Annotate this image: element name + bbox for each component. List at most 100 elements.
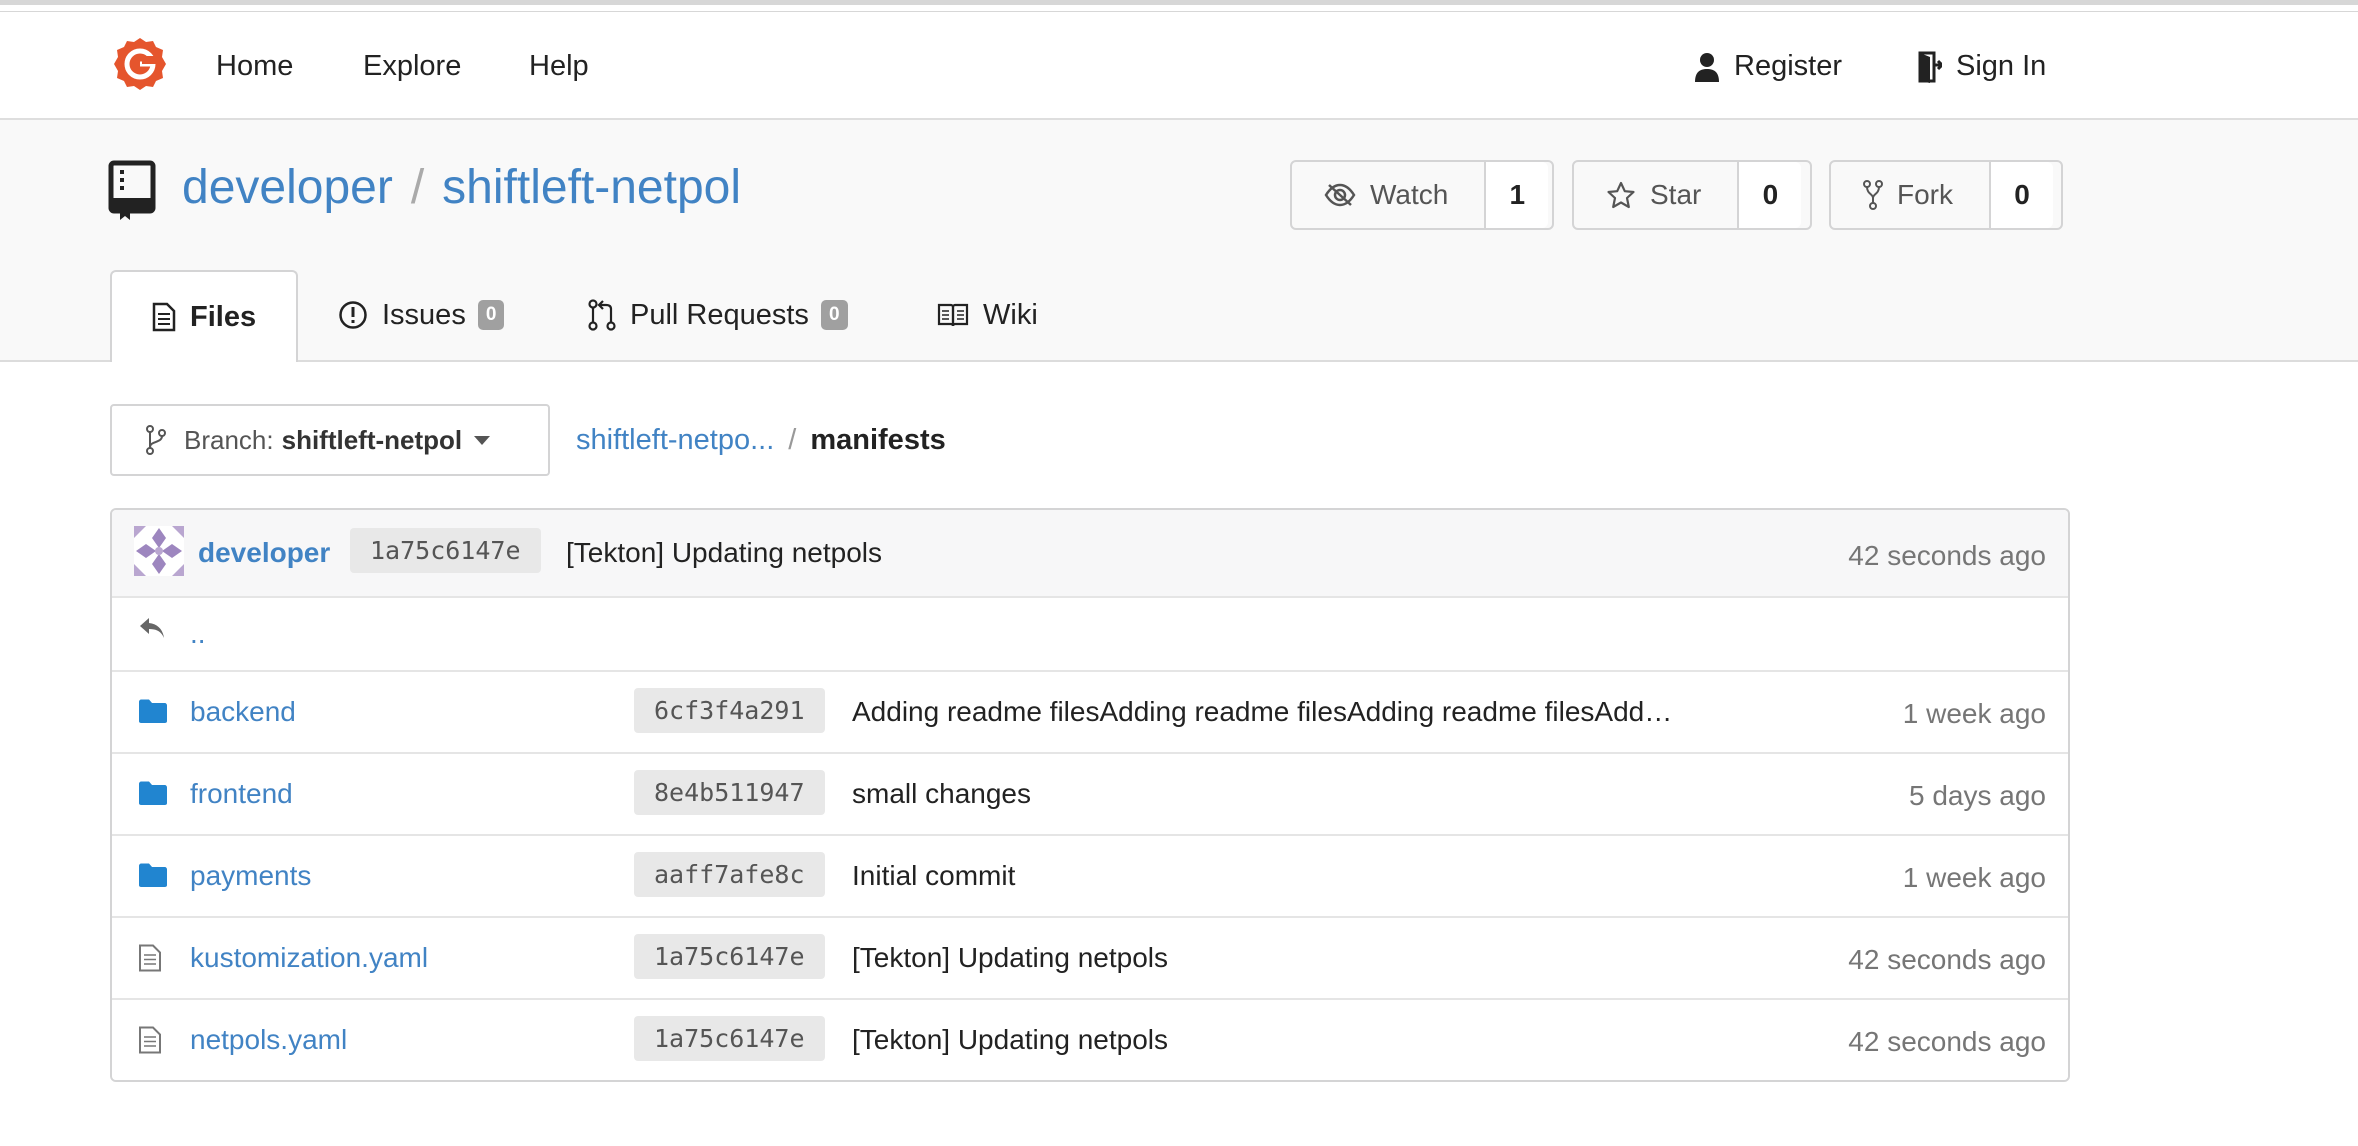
file-commit-time: 1 week ago (1902, 698, 2046, 729)
star-icon (1607, 181, 1635, 209)
fork-button-group: Fork 0 (1829, 160, 2063, 230)
book-open-icon (937, 303, 969, 327)
breadcrumb: shiftleft-netpo... / manifests (576, 424, 946, 457)
watch-button[interactable]: Watch (1292, 162, 1487, 228)
watch-label: Watch (1370, 179, 1449, 210)
register-link[interactable]: Register (1694, 50, 1842, 83)
parent-directory-row: .. (112, 598, 2068, 672)
tab-pull-requests[interactable]: Pull Requests 0 (588, 270, 848, 360)
file-commit-sha-badge[interactable]: 6cf3f4a291 (634, 688, 825, 733)
file-row: netpols.yaml 1a75c6147e [Tekton] Updating … (112, 1000, 2068, 1080)
commit-message[interactable]: [Tekton] Updating netpols (566, 537, 882, 569)
fork-button[interactable]: Fork (1831, 162, 1991, 228)
pull-requests-count-badge: 0 (820, 300, 848, 330)
fork-icon (1863, 180, 1883, 210)
user-icon (1695, 52, 1719, 82)
gogs-logo-icon[interactable] (112, 36, 168, 92)
file-text-icon (152, 302, 176, 332)
star-button[interactable]: Star (1574, 162, 1740, 228)
repo-title-separator: / (410, 161, 425, 214)
file-row: backend 6cf3f4a291 Adding readme filesAddi… (112, 672, 2068, 754)
pull-request-icon (588, 299, 616, 331)
file-row: kustomization.yaml 1a75c6147e [Tekton] Upd… (112, 918, 2068, 1000)
file-commit-time: 1 week ago (1902, 862, 2046, 893)
nav-help[interactable]: Help (529, 50, 589, 83)
sign-in-label: Sign In (1956, 50, 2047, 82)
watch-count[interactable]: 1 (1486, 162, 1549, 228)
file-commit-time: 42 seconds ago (1848, 1026, 2046, 1057)
sign-in-link[interactable]: Sign In (1916, 50, 2046, 83)
file-commit-time: 5 days ago (1909, 780, 2046, 811)
avatar[interactable] (134, 526, 184, 576)
nav-home[interactable]: Home (216, 50, 293, 83)
caret-down-icon (474, 435, 491, 445)
file-row-icon (138, 862, 168, 893)
file-row-icon (138, 780, 168, 811)
file-commit-message[interactable]: Adding readme filesAdding readme filesAd… (852, 696, 1672, 728)
branch-icon (146, 425, 166, 455)
file-row-icon (138, 1026, 162, 1059)
star-count[interactable]: 0 (1739, 162, 1802, 228)
file-commit-sha-badge[interactable]: aaff7afe8c (634, 852, 825, 897)
commit-time: 42 seconds ago (1848, 540, 2046, 571)
tab-issues-label: Issues (382, 298, 466, 331)
fork-label: Fork (1897, 179, 1953, 210)
tab-issues[interactable]: Issues 0 (338, 270, 505, 360)
file-commit-message[interactable]: small changes (852, 778, 1031, 810)
file-commit-sha-badge[interactable]: 1a75c6147e (634, 1016, 825, 1061)
file-commit-sha-badge[interactable]: 8e4b511947 (634, 770, 825, 815)
branch-dropdown[interactable]: Branch: shiftleft-netpol (110, 404, 550, 476)
repo-book-icon (108, 160, 156, 220)
parent-directory-link[interactable]: .. (190, 618, 206, 650)
file-commit-message[interactable]: Initial commit (852, 860, 1015, 892)
breadcrumb-current: manifests (810, 424, 946, 456)
file-name-link[interactable]: frontend (190, 778, 293, 810)
navbar: Home Explore Help Register Sign In (0, 12, 2358, 120)
breadcrumb-root-link[interactable]: shiftleft-netpo... (576, 424, 774, 457)
top-strip (0, 0, 2358, 12)
folder-icon (139, 863, 167, 887)
tab-wiki-label: Wiki (983, 298, 1038, 331)
latest-commit-row: developer 1a75c6147e [Tekton] Updating n… (112, 510, 2068, 598)
tab-files-label: Files (190, 300, 257, 333)
issue-circle-icon (339, 301, 367, 329)
branch-name: shiftleft-netpol (281, 424, 463, 455)
tab-files[interactable]: Files (110, 270, 299, 362)
file-name-link[interactable]: payments (190, 860, 311, 892)
watch-button-group: Watch 1 (1290, 160, 1554, 230)
fork-count[interactable]: 0 (1991, 162, 2053, 228)
file-icon (139, 1026, 161, 1054)
file-commit-message[interactable]: [Tekton] Updating netpols (852, 1024, 1168, 1056)
file-row: payments aaff7afe8c Initial commit 1 week a… (112, 836, 2068, 918)
eye-slash-icon (1324, 183, 1356, 207)
tab-wiki[interactable]: Wiki (937, 270, 1038, 360)
repo-name-link[interactable]: shiftleft-netpol (442, 160, 741, 215)
file-row: frontend 8e4b511947 small changes 5 days ag… (112, 754, 2068, 836)
breadcrumb-separator: / (788, 424, 797, 456)
repo-header: developer / shiftleft-netpol Watch 1 Sta… (0, 120, 2358, 362)
file-name-link[interactable]: netpols.yaml (190, 1024, 347, 1056)
reply-arrow-icon (140, 618, 164, 638)
file-commit-sha-badge[interactable]: 1a75c6147e (634, 934, 825, 979)
folder-icon (139, 781, 167, 805)
file-row-icon (138, 944, 162, 977)
file-commit-time: 42 seconds ago (1848, 944, 2046, 975)
file-name-link[interactable]: kustomization.yaml (190, 942, 428, 974)
tab-pull-requests-label: Pull Requests (630, 298, 809, 331)
file-icon (139, 944, 161, 972)
star-label: Star (1650, 179, 1702, 210)
commit-author-link[interactable]: developer (198, 537, 330, 569)
folder-icon (139, 699, 167, 723)
issues-count-badge: 0 (477, 300, 505, 330)
branch-prefix: Branch: (184, 424, 274, 455)
sign-in-icon (1918, 51, 1942, 83)
file-name-link[interactable]: backend (190, 696, 296, 728)
file-commit-message[interactable]: [Tekton] Updating netpols (852, 942, 1168, 974)
commit-sha-badge[interactable]: 1a75c6147e (350, 528, 541, 573)
repo-owner-link[interactable]: developer (182, 160, 393, 215)
register-label: Register (1734, 50, 1842, 82)
nav-explore[interactable]: Explore (363, 50, 461, 83)
file-table: developer 1a75c6147e [Tekton] Updating n… (110, 508, 2070, 1082)
repo-title: developer / shiftleft-netpol (182, 160, 741, 215)
file-row-icon (138, 698, 168, 729)
